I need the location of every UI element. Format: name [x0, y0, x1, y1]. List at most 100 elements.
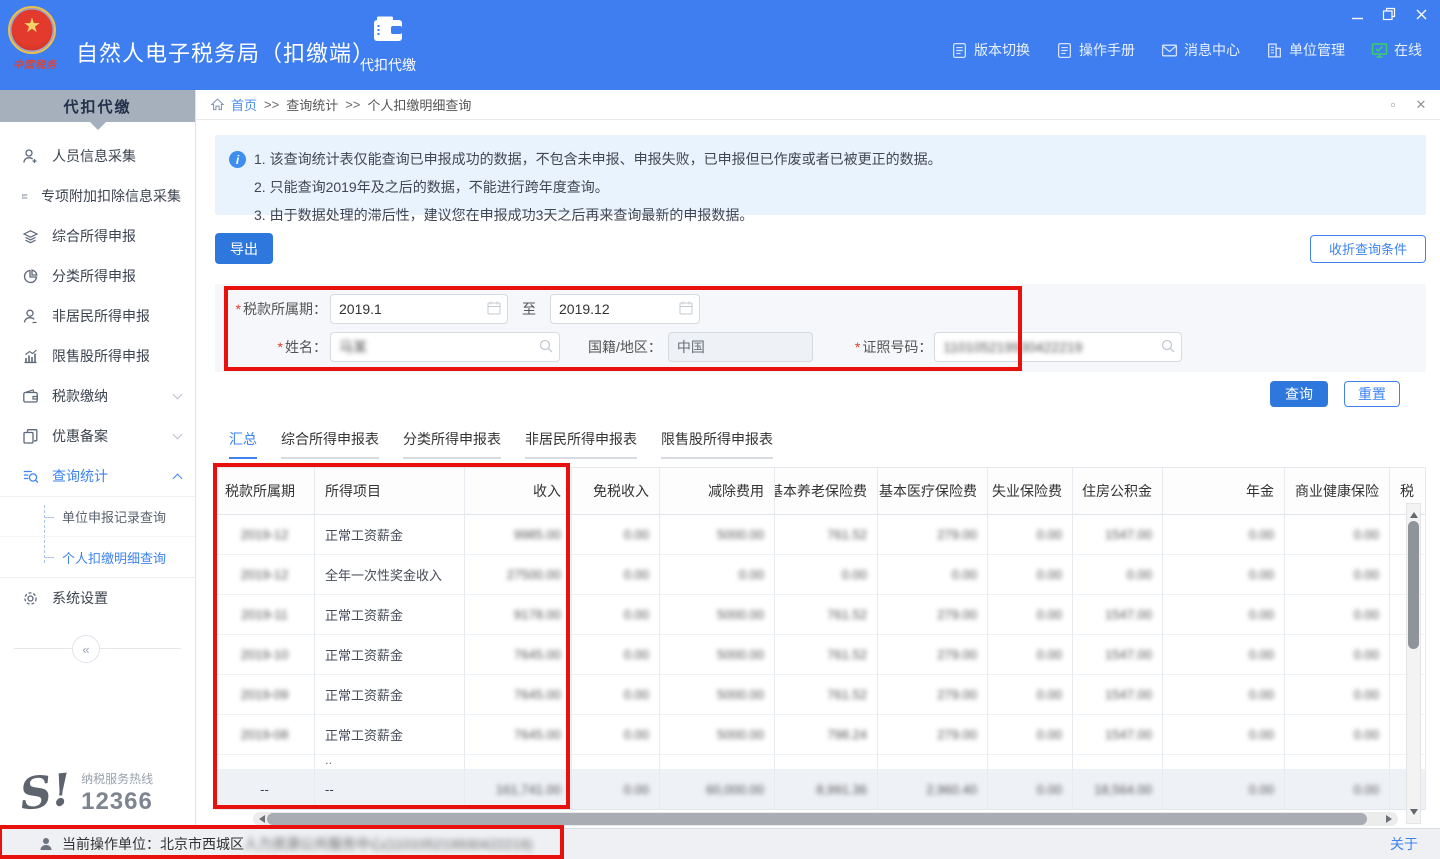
table-cell: 2019-11 [215, 595, 315, 635]
info-icon: i [229, 151, 246, 168]
table-cell: 0.00 [572, 675, 660, 715]
sidebar-item-5[interactable]: 限售股所得申报 [0, 336, 195, 376]
scroll-right-arrow[interactable] [1386, 815, 1396, 823]
table-cell: 279.00 [878, 675, 988, 715]
sidebar-item-1[interactable]: 专项附加扣除信息采集 [0, 176, 195, 216]
sidebar-item-2[interactable]: 综合所得申报 [0, 216, 195, 256]
top-nav-item-3[interactable]: 单位管理 [1266, 40, 1345, 60]
user-icon [38, 836, 54, 852]
panel-maximize-icon[interactable]: ▫ [1386, 98, 1400, 112]
table-row-partial[interactable]: .. [215, 755, 1426, 769]
table-cell: 5000.00 [660, 595, 775, 635]
table-cell: 2019-12 [215, 555, 315, 595]
scroll-up-arrow[interactable] [1410, 508, 1418, 518]
table-row-1[interactable]: 2019-12全年一次性奖金收入27500.000.000.000.000.00… [215, 555, 1426, 595]
table-cell: 0.00 [1285, 715, 1390, 755]
table-cell: -- [315, 769, 465, 810]
table-cell [1073, 755, 1163, 769]
table-cell: 7645.00 [465, 675, 572, 715]
table-header-cell: 年金 [1163, 467, 1285, 515]
table-cell: 2019-08 [215, 715, 315, 755]
horizontal-scroll-thumb[interactable] [267, 813, 1367, 825]
scroll-down-arrow[interactable] [1410, 809, 1418, 819]
restore-button[interactable] [1380, 6, 1398, 22]
table-cell: 正常工资薪金 [315, 595, 465, 635]
name-label: 姓名： [285, 339, 327, 355]
about-link[interactable]: 关于 [1390, 834, 1418, 854]
table-row-2[interactable]: 2019-11正常工资薪金9178.000.005000.00761.52279… [215, 595, 1426, 635]
id-number-input[interactable]: 110105219930422219 [934, 332, 1182, 362]
table-header-cell: 免税收入 [572, 467, 660, 515]
panel-close-icon[interactable]: ✕ [1414, 98, 1428, 112]
toolbar: 导出 收折查询条件 [215, 233, 1426, 264]
table-row-4[interactable]: 2019-09正常工资薪金7645.000.005000.00761.52279… [215, 675, 1426, 715]
sidebar-item-0[interactable]: 人员信息采集 [0, 136, 195, 176]
breadcrumb-page: 个人扣缴明细查询 [367, 95, 471, 114]
sidebar: 代扣代缴 人员信息采集专项附加扣除信息采集综合所得申报分类所得申报非居民所得申报… [0, 90, 196, 828]
brand: ★ 中国税务 自然人电子税务局（扣缴端） [8, 6, 375, 80]
sidebar-item-8[interactable]: 查询统计 [0, 456, 195, 496]
sidebar-item-9[interactable]: 系统设置 [0, 578, 195, 618]
chevron-down-icon [173, 390, 183, 400]
minimize-button[interactable] [1348, 6, 1366, 22]
period-from-input[interactable] [330, 294, 508, 324]
tab-0[interactable]: 汇总 [229, 429, 257, 459]
top-nav-item-0[interactable]: 版本切换 [951, 40, 1030, 60]
scroll-left-arrow[interactable] [255, 815, 265, 823]
result-table: 税款所属期所得项目收入免税收入减除费用基本养老保险费基本医疗保险费失业保险费住房… [215, 467, 1426, 810]
app-window: ★ 中国税务 自然人电子税务局（扣缴端） 代扣代缴 版本切换操作手册消息中心单位… [0, 0, 1440, 859]
horizontal-scrollbar[interactable] [253, 812, 1398, 826]
table-cell: 7645.00 [465, 715, 572, 755]
table-cell: 0.00 [1163, 555, 1285, 595]
hotline-block: S! 纳税服务热线 12366 [0, 770, 195, 816]
table-cell: 0.00 [572, 595, 660, 635]
emblem-icon: ★ [8, 6, 56, 54]
table-cell: 正常工资薪金 [315, 675, 465, 715]
vertical-scroll-thumb[interactable] [1408, 521, 1419, 649]
close-button[interactable] [1412, 6, 1430, 22]
breadcrumb-home[interactable]: 首页 [231, 95, 257, 114]
table-cell [572, 755, 660, 769]
collapse-filters-button[interactable]: 收折查询条件 [1310, 235, 1426, 263]
person-icon [22, 308, 39, 325]
export-button[interactable]: 导出 [215, 233, 273, 264]
tab-3[interactable]: 非居民所得申报表 [525, 429, 637, 459]
table-cell: 0.00 [988, 715, 1073, 755]
sidebar-subitem-0[interactable]: 单位申报记录查询 [0, 497, 195, 537]
sidebar-item-4[interactable]: 非居民所得申报 [0, 296, 195, 336]
bar-chart-icon [22, 348, 39, 365]
sidebar-item-7[interactable]: 优惠备案 [0, 416, 195, 456]
table-row-5[interactable]: 2019-08正常工资薪金7645.000.005000.00798.24279… [215, 715, 1426, 755]
table-row-0[interactable]: 2019-12正常工资薪金9985.000.005000.00761.52279… [215, 515, 1426, 555]
calendar-icon[interactable] [678, 300, 694, 316]
table-header-cell: 住房公积金 [1073, 467, 1163, 515]
sidebar-collapse-button[interactable]: « [72, 635, 100, 663]
search-button[interactable]: 查询 [1270, 381, 1328, 407]
vertical-scrollbar[interactable] [1406, 503, 1421, 824]
table-cell: 761.52 [775, 675, 878, 715]
top-nav-item-2[interactable]: 消息中心 [1161, 40, 1240, 60]
top-nav-item-4[interactable]: 在线 [1371, 40, 1422, 60]
tab-4[interactable]: 限售股所得申报表 [661, 429, 773, 459]
nationality-value: 中国 [677, 337, 705, 357]
calendar-icon[interactable] [486, 300, 502, 316]
tab-2[interactable]: 分类所得申报表 [403, 429, 501, 459]
table-header-cell: 商业健康保险 [1285, 467, 1390, 515]
building-icon [1266, 42, 1283, 59]
current-unit-blurred: 人力资源公共服务中心(110105219930422219) [244, 834, 532, 854]
tab-1[interactable]: 综合所得申报表 [281, 429, 379, 459]
table-cell: 2019-12 [215, 515, 315, 555]
sidebar-item-3[interactable]: 分类所得申报 [0, 256, 195, 296]
id-label: 证照号码： [862, 339, 932, 355]
name-input[interactable]: 马某 [330, 332, 560, 362]
sidebar-subitem-1[interactable]: 个人扣缴明细查询 [0, 537, 195, 577]
reset-button[interactable]: 重置 [1344, 381, 1400, 407]
sidebar-item-6[interactable]: 税款缴纳 [0, 376, 195, 416]
search-icon[interactable] [538, 338, 554, 354]
module-tab-label: 代扣代缴 [352, 55, 424, 75]
top-nav-item-1[interactable]: 操作手册 [1056, 40, 1135, 60]
module-tab-daikoudaijiao[interactable]: 代扣代缴 [352, 14, 424, 75]
table-row-3[interactable]: 2019-10正常工资薪金7645.000.005000.00761.52279… [215, 635, 1426, 675]
wallet-icon [22, 388, 39, 405]
search-icon[interactable] [1160, 338, 1176, 354]
